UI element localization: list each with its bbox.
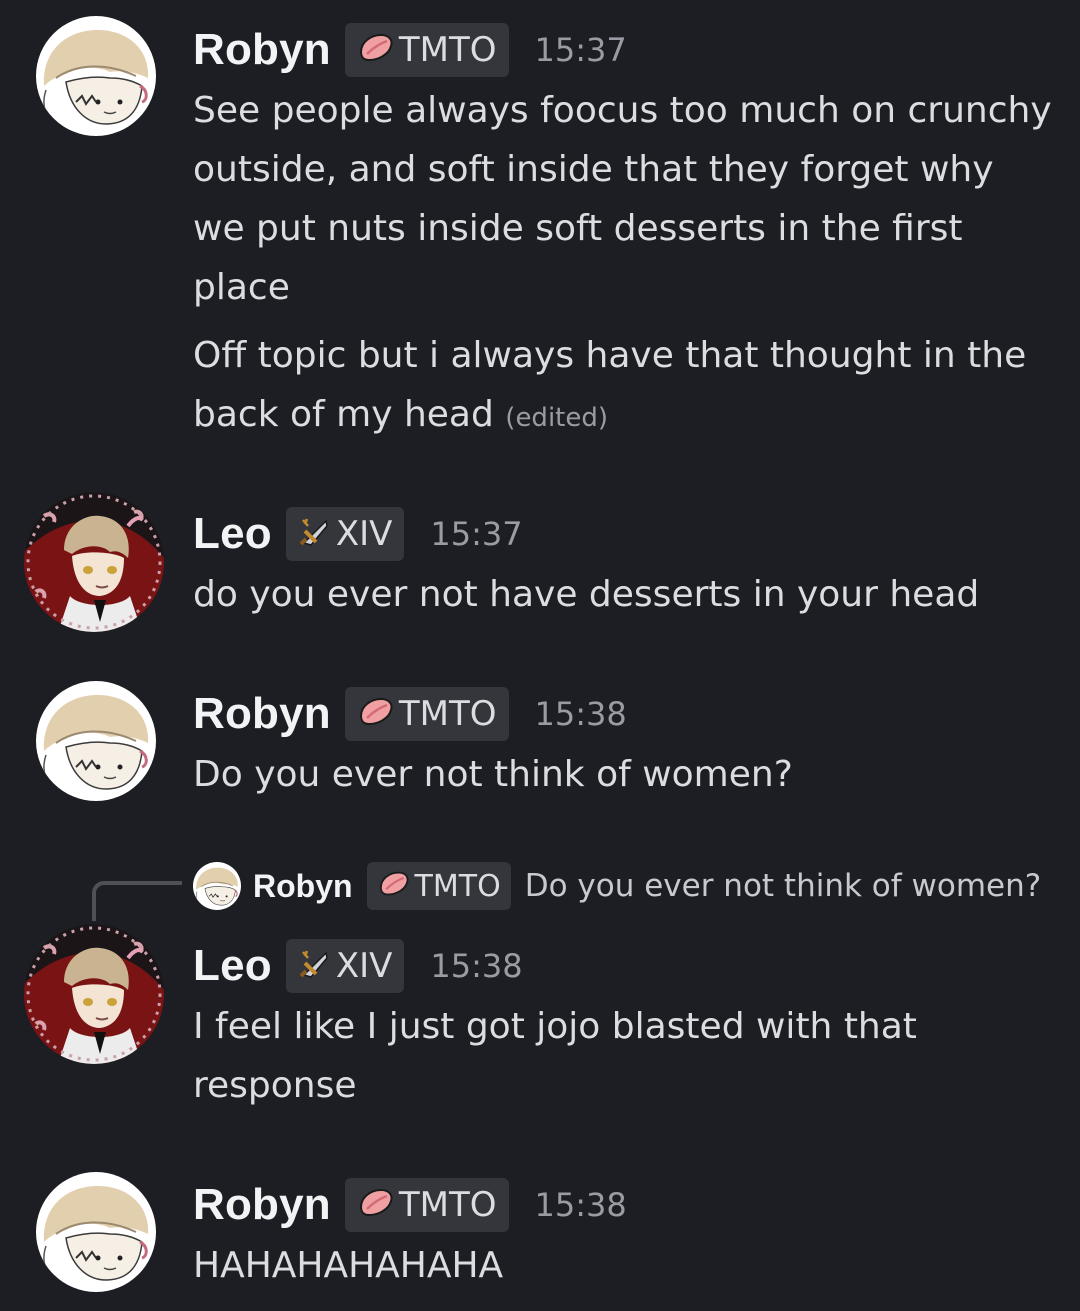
avatar[interactable] (24, 492, 164, 632)
message-text-line: we put nuts inside soft desserts in the … (193, 208, 963, 249)
peach-slice-icon (357, 32, 395, 68)
message-text-line: response (193, 1065, 357, 1106)
timestamp: 15:38 (534, 695, 627, 733)
timestamp: 15:37 (430, 515, 523, 553)
avatar[interactable] (36, 16, 156, 136)
reply-role-tag: TMTO (366, 862, 511, 910)
message-text-line: I feel like I just got jojo blasted with… (193, 1006, 917, 1047)
username[interactable]: Robyn (193, 1180, 331, 1230)
role-tag[interactable]: TMTO (344, 23, 509, 77)
role-tag-label: XIV (335, 946, 393, 986)
role-tag-label: TMTO (398, 694, 497, 734)
message-text-line: Off topic but i always have that thought… (193, 335, 1027, 376)
role-tag-label: TMTO (398, 30, 497, 70)
peach-slice-icon (377, 870, 411, 902)
username[interactable]: Robyn (193, 25, 331, 75)
role-tag-label: XIV (335, 514, 393, 554)
username[interactable]: Robyn (193, 689, 331, 739)
avatar[interactable] (36, 1172, 156, 1292)
role-tag[interactable]: XIV (285, 507, 405, 561)
reply-connector (92, 881, 182, 921)
timestamp: 15:38 (430, 947, 523, 985)
role-tag-label: TMTO (398, 1185, 497, 1225)
peach-slice-icon (357, 1187, 395, 1223)
message-text-line: Do you ever not think of women? (193, 754, 793, 795)
message-text: back of my head (193, 394, 494, 435)
message-text-line: See people always foocus too much on cru… (193, 90, 1052, 131)
sword-icon (298, 948, 332, 984)
reply-avatar (193, 862, 241, 910)
role-tag[interactable]: TMTO (344, 687, 509, 741)
role-tag[interactable]: XIV (285, 939, 405, 993)
reply-preview[interactable]: Robyn TMTO Do you ever not think of wome… (193, 858, 1041, 914)
timestamp: 15:38 (534, 1186, 627, 1224)
message-text-line: outside, and soft inside that they forge… (193, 149, 994, 190)
username[interactable]: Leo (193, 509, 272, 559)
role-tag[interactable]: TMTO (344, 1178, 509, 1232)
message-text-line: place (193, 267, 290, 308)
avatar[interactable] (36, 681, 156, 801)
avatar[interactable] (24, 924, 164, 1064)
username[interactable]: Leo (193, 941, 272, 991)
message-text-line: HAHAHAHAHAHA (193, 1245, 504, 1286)
reply-role-tag-label: TMTO (414, 868, 501, 904)
peach-slice-icon (357, 696, 395, 732)
message-text-line: do you ever not have desserts in your he… (193, 574, 980, 615)
edited-label: (edited) (505, 403, 609, 433)
sword-icon (298, 516, 332, 552)
message-text-line: back of my head (edited) (193, 385, 1063, 448)
timestamp: 15:37 (534, 31, 627, 69)
reply-author: Robyn (253, 867, 353, 904)
reply-text: Do you ever not think of women? (524, 868, 1042, 904)
